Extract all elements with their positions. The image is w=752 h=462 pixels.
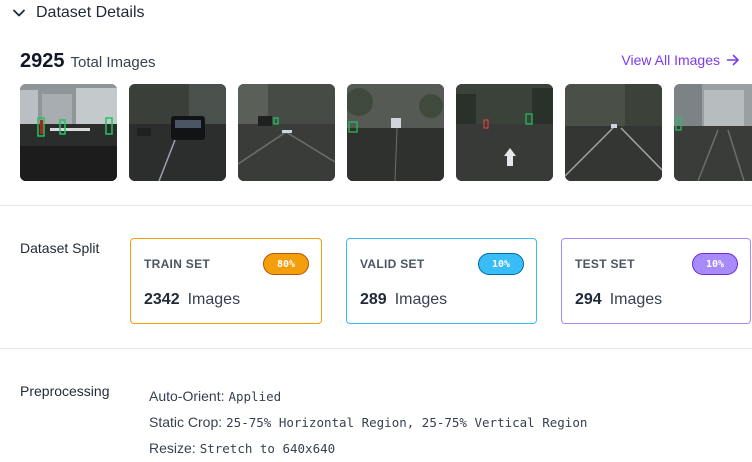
train-set-card[interactable]: TRAIN SET 80% 2342 Images bbox=[130, 238, 322, 324]
card-count: 294 Images bbox=[575, 291, 662, 309]
street-image-1[interactable] bbox=[20, 84, 117, 181]
total-images: 2925 Total Images bbox=[20, 50, 156, 73]
dataset-split-label: Dataset Split bbox=[20, 240, 100, 256]
card-count: 289 Images bbox=[360, 291, 447, 309]
chevron-down-icon[interactable] bbox=[12, 6, 26, 20]
card-count: 2342 Images bbox=[144, 291, 240, 309]
image-count: 289 bbox=[360, 291, 387, 308]
street-image-4[interactable] bbox=[347, 84, 444, 181]
total-images-count: 2925 bbox=[20, 50, 65, 72]
image-count: 294 bbox=[575, 291, 602, 308]
street-image-6[interactable] bbox=[565, 84, 662, 181]
image-count: 2342 bbox=[144, 291, 180, 308]
total-images-label: Total Images bbox=[70, 54, 156, 71]
view-all-images-link[interactable]: View All Images bbox=[621, 52, 740, 68]
card-title: VALID SET bbox=[360, 257, 425, 271]
test-set-card[interactable]: TEST SET 10% 294 Images bbox=[561, 238, 751, 324]
view-all-images-label: View All Images bbox=[621, 52, 720, 68]
image-unit: Images bbox=[394, 291, 448, 308]
preprocessing-list: Auto-Orient: Applied Static Crop: 25-75%… bbox=[149, 383, 587, 461]
card-title: TEST SET bbox=[575, 257, 635, 271]
preprocessing-item: Static Crop: 25-75% Horizontal Region, 2… bbox=[149, 409, 587, 435]
step-value: Applied bbox=[228, 388, 282, 404]
percentage-badge: 10% bbox=[478, 253, 524, 275]
preprocessing-label: Preprocessing bbox=[20, 383, 110, 399]
step-value: 25-75% Horizontal Region, 25-75% Vertica… bbox=[226, 414, 588, 430]
divider bbox=[0, 348, 752, 349]
section-title: Dataset Details bbox=[36, 4, 145, 21]
step-value: Stretch to 640x640 bbox=[199, 440, 336, 456]
preprocessing-item: Auto-Orient: Applied bbox=[149, 383, 587, 409]
thumbnail-strip bbox=[20, 84, 752, 182]
step-name: Auto-Orient: bbox=[149, 388, 225, 404]
percentage-badge: 10% bbox=[692, 253, 738, 275]
divider bbox=[0, 205, 752, 206]
valid-set-card[interactable]: VALID SET 10% 289 Images bbox=[346, 238, 537, 324]
step-name: Resize: bbox=[149, 440, 196, 456]
image-unit: Images bbox=[609, 291, 663, 308]
step-name: Static Crop: bbox=[149, 414, 223, 430]
image-unit: Images bbox=[187, 291, 241, 308]
percentage-badge: 80% bbox=[263, 253, 309, 275]
card-title: TRAIN SET bbox=[144, 257, 211, 271]
street-image-2[interactable] bbox=[129, 84, 226, 181]
preprocessing-item: Resize: Stretch to 640x640 bbox=[149, 435, 587, 461]
street-image-5[interactable] bbox=[456, 84, 553, 181]
street-image-7[interactable] bbox=[674, 84, 752, 181]
street-image-3[interactable] bbox=[238, 84, 335, 181]
dataset-details-header[interactable]: Dataset Details bbox=[12, 2, 145, 24]
arrow-right-icon bbox=[726, 54, 739, 66]
